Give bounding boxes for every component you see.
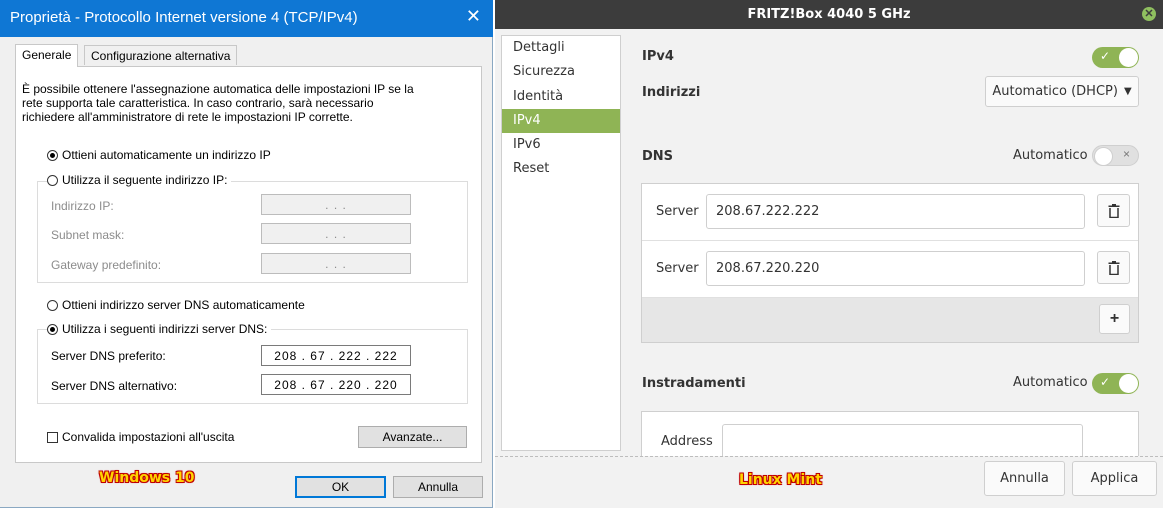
dns-automatic-toggle[interactable]: ×	[1092, 145, 1139, 166]
trash-icon	[1108, 260, 1119, 275]
sidebar-item-ipv6[interactable]: IPv6	[502, 133, 620, 157]
mint-network-dialog: FRITZ!Box 4040 5 GHz ✕ Dettagli Sicurezz…	[495, 0, 1163, 508]
dns-server-input[interactable]: 208.67.222.222	[706, 194, 1085, 229]
route-address-input[interactable]	[722, 424, 1083, 456]
server-label: Server	[656, 261, 699, 276]
sidebar-item-identita[interactable]: Identità	[502, 85, 620, 109]
ip-address-label: Indirizzo IP:	[51, 199, 114, 213]
check-icon: ✓	[1100, 49, 1111, 63]
radio-ip-manual[interactable]: Utilizza il seguente indirizzo IP:	[47, 173, 232, 187]
radio-ip-auto-label: Ottieni automaticamente un indirizzo IP	[62, 148, 271, 162]
tab-generale[interactable]: Generale	[15, 44, 79, 67]
apply-button[interactable]: Applica	[1072, 461, 1157, 496]
addresses-heading: Indirizzi	[642, 85, 701, 100]
windows-cancel-button[interactable]: Annulla	[393, 476, 483, 498]
windows-caption: Windows 10	[99, 470, 195, 486]
routes-automatic-toggle[interactable]: ✓	[1092, 373, 1139, 394]
preferred-dns-field[interactable]: 208 . 67 . 222 . 222	[261, 345, 411, 366]
add-server-button[interactable]: +	[1099, 304, 1130, 334]
dns-server-row: Server 208.67.220.220	[642, 241, 1138, 298]
gateway-field[interactable]: . . .	[261, 253, 411, 274]
dns-servers-list: Server 208.67.222.222 Server 208.67.220.…	[641, 183, 1139, 343]
advanced-button[interactable]: Avanzate...	[358, 426, 467, 448]
subnet-mask-label: Subnet mask:	[51, 228, 125, 242]
close-icon[interactable]: ✕	[466, 6, 481, 27]
routes-list: Address	[641, 411, 1139, 456]
radio-selected-icon	[47, 149, 58, 161]
dns-heading: DNS	[642, 149, 674, 164]
sidebar-item-ipv4[interactable]: IPv4	[502, 109, 620, 133]
mint-title-bar: FRITZ!Box 4040 5 GHz ✕	[495, 0, 1163, 29]
mint-dialog-title: FRITZ!Box 4040 5 GHz	[747, 7, 911, 22]
radio-unselected-icon	[47, 299, 58, 311]
mint-ipv4-content: IPv4 ✓ Indirizzi Automatico (DHCP) ▼ DNS…	[621, 29, 1163, 456]
ok-button[interactable]: OK	[295, 476, 386, 498]
delete-server-button[interactable]	[1097, 251, 1130, 284]
add-server-bar: +	[642, 298, 1138, 342]
routes-heading: Instradamenti	[642, 376, 746, 391]
mint-footer: Linux Mint Annulla Applica	[495, 456, 1163, 508]
ipv4-toggle[interactable]: ✓	[1092, 47, 1139, 68]
radio-dns-auto-label: Ottieni indirizzo server DNS automaticam…	[62, 298, 305, 312]
delete-server-button[interactable]	[1097, 194, 1130, 227]
gateway-label: Gateway predefinito:	[51, 258, 162, 272]
checkbox-icon	[47, 431, 58, 443]
intro-line: richiedere all'amministratore di rete le…	[22, 110, 353, 124]
toggle-knob	[1094, 147, 1113, 166]
addresses-mode-dropdown[interactable]: Automatico (DHCP) ▼	[985, 76, 1139, 107]
radio-dns-manual-label: Utilizza i seguenti indirizzi server DNS…	[62, 322, 268, 336]
radio-selected-icon	[47, 323, 58, 335]
routes-automatic-label: Automatico	[1013, 375, 1088, 390]
windows-dialog-title: Proprietà - Protocollo Internet versione…	[10, 9, 358, 26]
mint-cancel-button[interactable]: Annulla	[984, 461, 1065, 496]
validate-on-exit-label: Convalida impostazioni all'uscita	[62, 430, 235, 444]
radio-ip-manual-label: Utilizza il seguente indirizzo IP:	[62, 173, 228, 187]
ip-address-field[interactable]: . . .	[261, 194, 411, 215]
subnet-mask-field[interactable]: . . .	[261, 223, 411, 244]
dns-automatic-label: Automatico	[1013, 148, 1088, 163]
ipv4-heading: IPv4	[642, 49, 674, 64]
tab-configurazione-alternativa[interactable]: Configurazione alternativa	[84, 45, 238, 65]
radio-dns-auto[interactable]: Ottieni indirizzo server DNS automaticam…	[47, 298, 305, 312]
radio-ip-auto[interactable]: Ottieni automaticamente un indirizzo IP	[47, 148, 271, 162]
chevron-down-icon: ▼	[1123, 86, 1132, 97]
toggle-knob	[1119, 374, 1138, 393]
mint-sidebar: Dettagli Sicurezza Identità IPv4 IPv6 Re…	[501, 35, 621, 451]
mint-caption: Linux Mint	[739, 472, 822, 488]
check-icon: ✓	[1100, 375, 1111, 389]
close-icon[interactable]: ✕	[1142, 7, 1156, 21]
windows-ipv4-dialog: Proprietà - Protocollo Internet versione…	[0, 0, 493, 508]
windows-title-bar: Proprietà - Protocollo Internet versione…	[0, 0, 493, 37]
dns-server-input[interactable]: 208.67.220.220	[706, 251, 1085, 286]
radio-dns-manual[interactable]: Utilizza i seguenti indirizzi server DNS…	[47, 322, 272, 336]
validate-on-exit-checkbox[interactable]: Convalida impostazioni all'uscita	[47, 430, 234, 444]
x-icon: ×	[1122, 147, 1130, 161]
alternate-dns-label: Server DNS alternativo:	[51, 379, 178, 393]
toggle-knob	[1119, 48, 1138, 67]
intro-line: rete supporta tale caratteristica. In ca…	[22, 96, 374, 110]
alternate-dns-field[interactable]: 208 . 67 . 220 . 220	[261, 374, 411, 395]
sidebar-item-dettagli[interactable]: Dettagli	[502, 36, 620, 60]
windows-intro-text: È possibile ottenere l'assegnazione auto…	[22, 82, 462, 124]
preferred-dns-label: Server DNS preferito:	[51, 349, 166, 363]
dns-server-row: Server 208.67.222.222	[642, 184, 1138, 241]
sidebar-item-sicurezza[interactable]: Sicurezza	[502, 60, 620, 84]
intro-line: È possibile ottenere l'assegnazione auto…	[22, 82, 414, 96]
addresses-mode-value: Automatico (DHCP)	[992, 84, 1118, 99]
address-label: Address	[661, 434, 713, 449]
trash-icon	[1108, 203, 1119, 218]
server-label: Server	[656, 204, 699, 219]
radio-unselected-icon	[47, 174, 58, 186]
sidebar-item-reset[interactable]: Reset	[502, 157, 620, 181]
